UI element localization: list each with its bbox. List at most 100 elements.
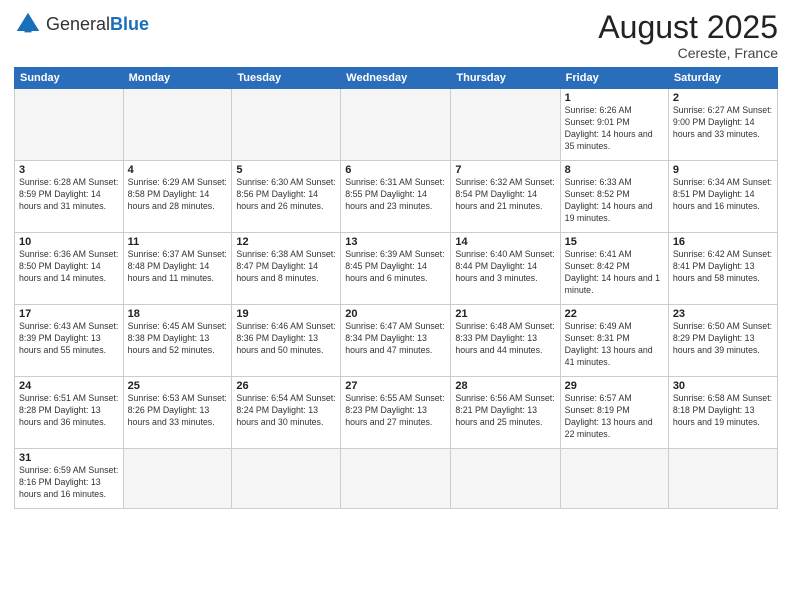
day-info: Sunrise: 6:45 AM Sunset: 8:38 PM Dayligh… (128, 321, 228, 357)
calendar-cell: 24Sunrise: 6:51 AM Sunset: 8:28 PM Dayli… (15, 377, 124, 449)
generalblue-icon (14, 10, 42, 38)
calendar-week-row: 3Sunrise: 6:28 AM Sunset: 8:59 PM Daylig… (15, 161, 778, 233)
calendar-cell: 8Sunrise: 6:33 AM Sunset: 8:52 PM Daylig… (560, 161, 668, 233)
calendar-cell: 1Sunrise: 6:26 AM Sunset: 9:01 PM Daylig… (560, 89, 668, 161)
col-sunday: Sunday (15, 68, 124, 89)
day-number: 10 (19, 236, 119, 248)
calendar-cell: 10Sunrise: 6:36 AM Sunset: 8:50 PM Dayli… (15, 233, 124, 305)
day-info: Sunrise: 6:50 AM Sunset: 8:29 PM Dayligh… (673, 321, 773, 357)
calendar-cell: 26Sunrise: 6:54 AM Sunset: 8:24 PM Dayli… (232, 377, 341, 449)
calendar-cell: 30Sunrise: 6:58 AM Sunset: 8:18 PM Dayli… (668, 377, 777, 449)
day-info: Sunrise: 6:36 AM Sunset: 8:50 PM Dayligh… (19, 249, 119, 285)
calendar-header-row: Sunday Monday Tuesday Wednesday Thursday… (15, 68, 778, 89)
day-number: 25 (128, 380, 228, 392)
calendar-cell (232, 89, 341, 161)
calendar-cell: 18Sunrise: 6:45 AM Sunset: 8:38 PM Dayli… (123, 305, 232, 377)
day-info: Sunrise: 6:32 AM Sunset: 8:54 PM Dayligh… (455, 177, 555, 213)
header: GeneralBlue August 2025 Cereste, France (14, 10, 778, 61)
day-number: 1 (565, 92, 664, 104)
day-info: Sunrise: 6:39 AM Sunset: 8:45 PM Dayligh… (345, 249, 446, 285)
day-number: 13 (345, 236, 446, 248)
day-number: 28 (455, 380, 555, 392)
calendar-cell: 7Sunrise: 6:32 AM Sunset: 8:54 PM Daylig… (451, 161, 560, 233)
calendar-week-row: 24Sunrise: 6:51 AM Sunset: 8:28 PM Dayli… (15, 377, 778, 449)
calendar-cell: 17Sunrise: 6:43 AM Sunset: 8:39 PM Dayli… (15, 305, 124, 377)
day-number: 21 (455, 308, 555, 320)
day-info: Sunrise: 6:57 AM Sunset: 8:19 PM Dayligh… (565, 393, 664, 441)
calendar-cell (123, 89, 232, 161)
calendar-cell: 9Sunrise: 6:34 AM Sunset: 8:51 PM Daylig… (668, 161, 777, 233)
calendar-cell (451, 449, 560, 509)
day-number: 27 (345, 380, 446, 392)
day-info: Sunrise: 6:27 AM Sunset: 9:00 PM Dayligh… (673, 105, 773, 141)
day-number: 23 (673, 308, 773, 320)
day-info: Sunrise: 6:40 AM Sunset: 8:44 PM Dayligh… (455, 249, 555, 285)
day-info: Sunrise: 6:48 AM Sunset: 8:33 PM Dayligh… (455, 321, 555, 357)
day-info: Sunrise: 6:42 AM Sunset: 8:41 PM Dayligh… (673, 249, 773, 285)
day-info: Sunrise: 6:31 AM Sunset: 8:55 PM Dayligh… (345, 177, 446, 213)
day-info: Sunrise: 6:56 AM Sunset: 8:21 PM Dayligh… (455, 393, 555, 429)
day-info: Sunrise: 6:34 AM Sunset: 8:51 PM Dayligh… (673, 177, 773, 213)
day-number: 29 (565, 380, 664, 392)
day-number: 30 (673, 380, 773, 392)
logo-text: GeneralBlue (46, 15, 149, 33)
calendar-cell (451, 89, 560, 161)
day-number: 26 (236, 380, 336, 392)
calendar-cell: 2Sunrise: 6:27 AM Sunset: 9:00 PM Daylig… (668, 89, 777, 161)
calendar-cell (123, 449, 232, 509)
day-number: 11 (128, 236, 228, 248)
day-info: Sunrise: 6:49 AM Sunset: 8:31 PM Dayligh… (565, 321, 664, 369)
day-number: 20 (345, 308, 446, 320)
calendar-cell: 16Sunrise: 6:42 AM Sunset: 8:41 PM Dayli… (668, 233, 777, 305)
day-number: 18 (128, 308, 228, 320)
day-info: Sunrise: 6:53 AM Sunset: 8:26 PM Dayligh… (128, 393, 228, 429)
day-info: Sunrise: 6:55 AM Sunset: 8:23 PM Dayligh… (345, 393, 446, 429)
col-tuesday: Tuesday (232, 68, 341, 89)
calendar-week-row: 1Sunrise: 6:26 AM Sunset: 9:01 PM Daylig… (15, 89, 778, 161)
calendar-cell: 25Sunrise: 6:53 AM Sunset: 8:26 PM Dayli… (123, 377, 232, 449)
calendar-cell (15, 89, 124, 161)
day-number: 4 (128, 164, 228, 176)
day-info: Sunrise: 6:30 AM Sunset: 8:56 PM Dayligh… (236, 177, 336, 213)
col-thursday: Thursday (451, 68, 560, 89)
logo: GeneralBlue (14, 10, 149, 38)
calendar-cell: 3Sunrise: 6:28 AM Sunset: 8:59 PM Daylig… (15, 161, 124, 233)
day-number: 2 (673, 92, 773, 104)
calendar-week-row: 10Sunrise: 6:36 AM Sunset: 8:50 PM Dayli… (15, 233, 778, 305)
day-number: 19 (236, 308, 336, 320)
day-number: 9 (673, 164, 773, 176)
calendar-cell (232, 449, 341, 509)
day-info: Sunrise: 6:51 AM Sunset: 8:28 PM Dayligh… (19, 393, 119, 429)
col-monday: Monday (123, 68, 232, 89)
day-info: Sunrise: 6:47 AM Sunset: 8:34 PM Dayligh… (345, 321, 446, 357)
calendar-cell: 5Sunrise: 6:30 AM Sunset: 8:56 PM Daylig… (232, 161, 341, 233)
day-info: Sunrise: 6:41 AM Sunset: 8:42 PM Dayligh… (565, 249, 664, 297)
calendar-cell: 12Sunrise: 6:38 AM Sunset: 8:47 PM Dayli… (232, 233, 341, 305)
day-info: Sunrise: 6:28 AM Sunset: 8:59 PM Dayligh… (19, 177, 119, 213)
calendar-cell: 11Sunrise: 6:37 AM Sunset: 8:48 PM Dayli… (123, 233, 232, 305)
calendar-cell: 20Sunrise: 6:47 AM Sunset: 8:34 PM Dayli… (341, 305, 451, 377)
main-title: August 2025 (598, 10, 778, 45)
day-info: Sunrise: 6:59 AM Sunset: 8:16 PM Dayligh… (19, 465, 119, 501)
day-info: Sunrise: 6:29 AM Sunset: 8:58 PM Dayligh… (128, 177, 228, 213)
day-number: 17 (19, 308, 119, 320)
day-info: Sunrise: 6:58 AM Sunset: 8:18 PM Dayligh… (673, 393, 773, 429)
col-saturday: Saturday (668, 68, 777, 89)
day-info: Sunrise: 6:54 AM Sunset: 8:24 PM Dayligh… (236, 393, 336, 429)
calendar-week-row: 31Sunrise: 6:59 AM Sunset: 8:16 PM Dayli… (15, 449, 778, 509)
day-number: 8 (565, 164, 664, 176)
calendar-cell: 15Sunrise: 6:41 AM Sunset: 8:42 PM Dayli… (560, 233, 668, 305)
calendar-cell: 27Sunrise: 6:55 AM Sunset: 8:23 PM Dayli… (341, 377, 451, 449)
day-number: 31 (19, 452, 119, 464)
calendar-cell (341, 449, 451, 509)
calendar-cell: 31Sunrise: 6:59 AM Sunset: 8:16 PM Dayli… (15, 449, 124, 509)
calendar-cell: 23Sunrise: 6:50 AM Sunset: 8:29 PM Dayli… (668, 305, 777, 377)
day-number: 6 (345, 164, 446, 176)
day-info: Sunrise: 6:38 AM Sunset: 8:47 PM Dayligh… (236, 249, 336, 285)
col-wednesday: Wednesday (341, 68, 451, 89)
calendar-cell (560, 449, 668, 509)
day-number: 5 (236, 164, 336, 176)
calendar-cell (668, 449, 777, 509)
day-number: 7 (455, 164, 555, 176)
calendar-cell: 29Sunrise: 6:57 AM Sunset: 8:19 PM Dayli… (560, 377, 668, 449)
